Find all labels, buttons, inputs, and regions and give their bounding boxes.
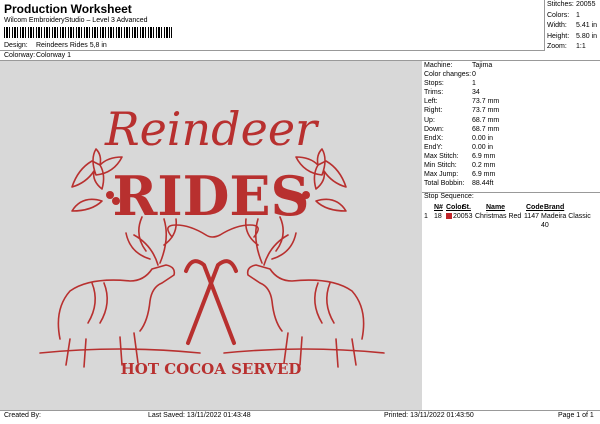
machine-parameters: Machine: Tajima Color changes: 0 Stops: 1 T…: [424, 61, 600, 188]
param-row: Down: 68.7 mm: [424, 125, 500, 133]
param-row: Up: 68.7 mm: [424, 116, 500, 124]
summary-row: Width: 5.41 in: [547, 22, 598, 29]
divider: [0, 410, 600, 411]
divider: [0, 50, 545, 51]
created-by: Created By:: [4, 412, 41, 419]
param-row: Right: 73.7 mm: [424, 107, 500, 115]
param-row: EndX: 0.00 in: [424, 134, 494, 142]
param-row: Left: 73.7 mm: [424, 98, 500, 106]
thread-color-swatch: [446, 213, 452, 219]
software-name: Wilcom EmbroideryStudio – Level 3 Advanc…: [4, 17, 148, 24]
colorway-value: Colorway 1: [36, 52, 72, 59]
reindeer-left-icon: [57, 216, 178, 368]
param-row: Machine: Tajima: [424, 62, 493, 69]
stop-sequence-title: Stop Sequence:: [424, 193, 474, 200]
printed-date: Printed: 13/11/2022 01:43:50: [384, 412, 474, 419]
table-header: N# Color St. Name Code Brand: [434, 204, 565, 211]
worksheet-title: Production Worksheet: [4, 2, 132, 16]
table-row: 1 18 20053 Christmas Red 1147 Madeira Cl…: [424, 213, 591, 229]
colorway-label: Colorway:: [4, 52, 36, 59]
barcode: [4, 27, 170, 38]
param-row: Min Stitch: 0.2 mm: [424, 162, 496, 170]
artwork-tagline: HOT COCOA SERVED: [121, 360, 302, 378]
design-value: Reindeers Rides 5,8 in: [36, 42, 107, 49]
embroidery-artwork: Reindeer RIDES HOT COCOA SERVED: [39, 102, 385, 378]
summary-row: Colors: 1: [547, 11, 580, 19]
design-preview: Reindeer RIDES HOT COCOA SERVED: [0, 61, 422, 410]
param-row: EndY: 0.00 in: [424, 143, 494, 151]
summary-row: Stitches: 20055: [547, 1, 596, 8]
page-number: Page 1 of 1: [558, 412, 594, 419]
candy-cane-icon: [184, 259, 238, 345]
summary-panel: Stitches: 20055 Colors: 1 Width: 5.41 in He…: [545, 0, 600, 53]
param-row: Total Bobbin: 88.44ft: [424, 180, 494, 188]
summary-row: Zoom: 1:1: [547, 43, 586, 50]
param-row: Stops: 1: [424, 80, 476, 88]
summary-row: Height: 5.80 in: [547, 32, 598, 40]
param-row: Max Jump: 6.9 mm: [424, 171, 496, 179]
last-saved: Last Saved: 13/11/2022 01:43:48: [148, 412, 251, 419]
reindeer-right-icon: [244, 216, 365, 368]
colorway-field: Colorway:Colorway 1: [4, 51, 71, 60]
design-field: Design: Reindeers Rides 5,8 in: [4, 41, 107, 50]
design-label: Design:: [4, 42, 28, 49]
param-row: Trims: 34: [424, 89, 480, 97]
artwork-script-word: Reindeer: [104, 102, 320, 156]
param-row: Color changes: 0: [424, 71, 476, 79]
stop-sequence-table: N# Color St. Name Code Brand 1 18 20053 …: [424, 203, 600, 229]
barcode-tail: [171, 27, 172, 38]
param-row: Max Stitch: 6.9 mm: [424, 152, 496, 160]
artwork-title-word: RIDES: [112, 164, 309, 228]
ground-line: [39, 348, 385, 354]
